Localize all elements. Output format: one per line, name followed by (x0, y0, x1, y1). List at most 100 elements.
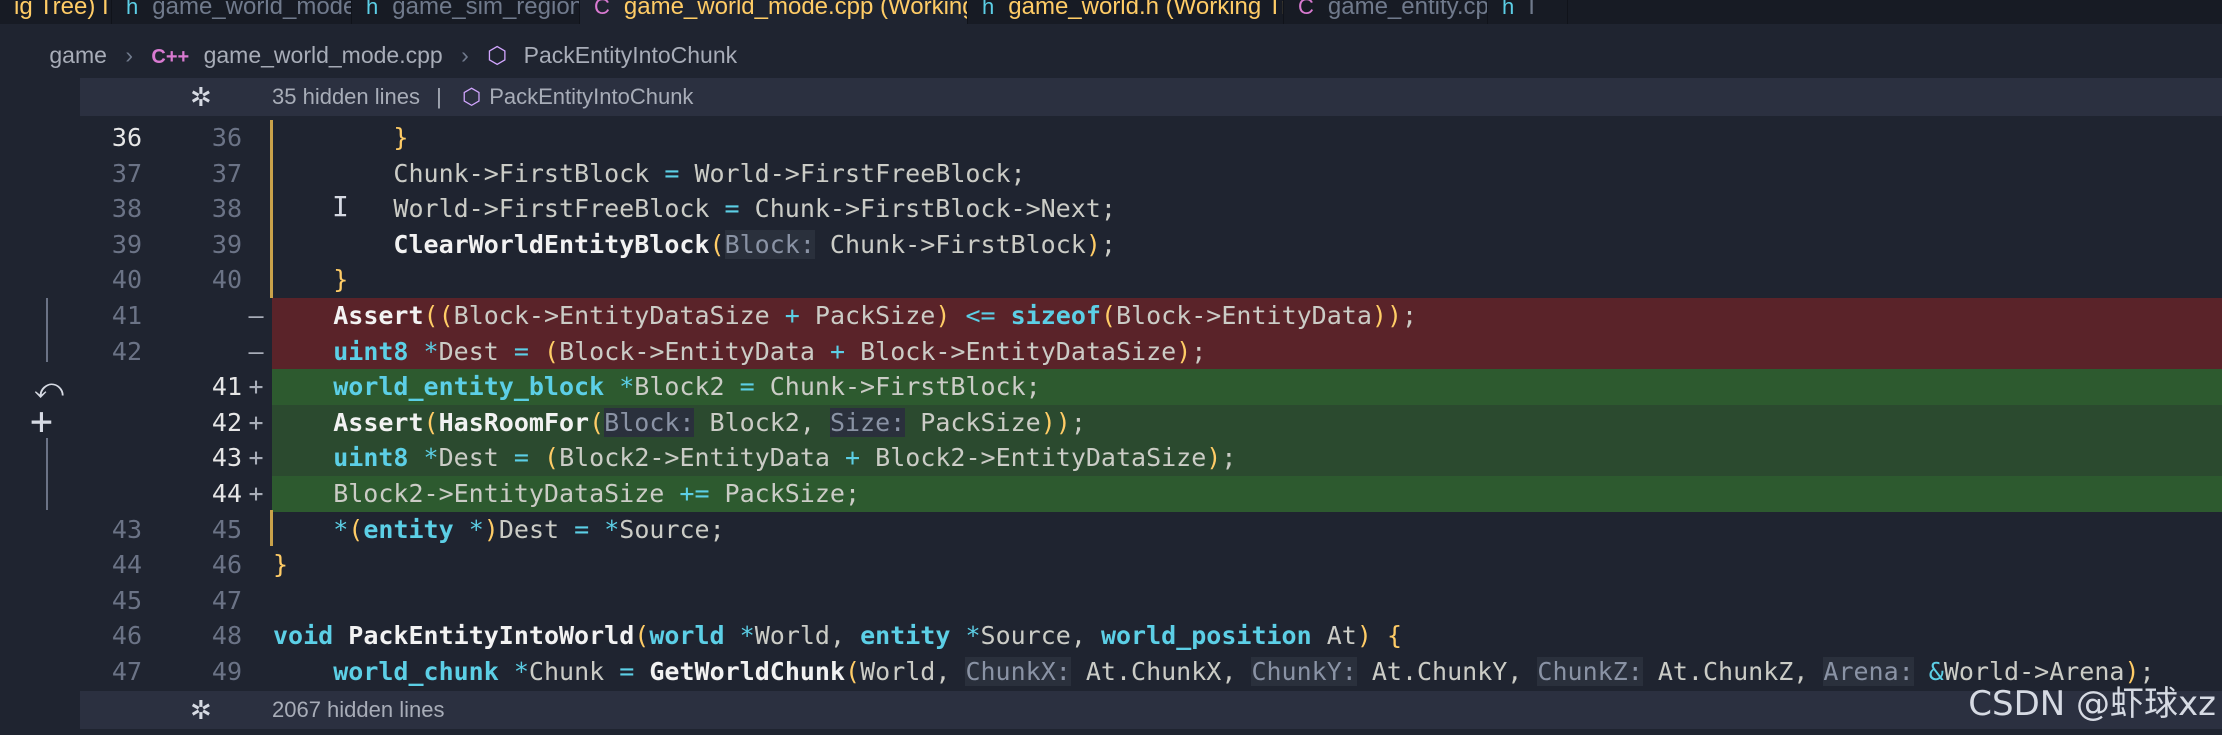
code-line[interactable]: 37 37 Chunk->FirstBlock = World->FirstFre… (0, 156, 2222, 192)
tab-working-tree-partial[interactable]: ig Tree) I✎ (0, 0, 112, 24)
old-line-number: 39 (111, 229, 142, 259)
tab-label: game_world_mode.h (152, 0, 351, 20)
code-text[interactable]: World->FirstFreeBlock = Chunk->FirstBloc… (273, 191, 1116, 227)
diff-inserted-line[interactable]: 42 + Assert(HasRoomFor(Block: Block2, Siz… (0, 404, 2222, 441)
diff-deleted-line[interactable]: 41 — Assert((Block->EntityDataSize + Pack… (0, 298, 2222, 334)
line-added-marker: + (248, 479, 264, 508)
diff-inserted-line[interactable]: 43 + uint8 *Dest = (Block2->EntityData + … (0, 440, 2222, 477)
fold-separator: | (436, 84, 442, 109)
code-text[interactable]: Assert(HasRoomFor(Block: Block2, Size: P… (273, 405, 1086, 441)
tab-label: game_world.h (Working Tree) I (1008, 0, 1283, 20)
old-line-number: 40 (111, 265, 142, 295)
hidden-lines-count: 2067 hidden lines (272, 697, 445, 722)
old-line-number: 37 (111, 158, 142, 188)
line-background (272, 262, 2222, 298)
code-text[interactable]: ClearWorldEntityBlock(Block: Chunk->Firs… (273, 227, 1116, 263)
line-added-marker: + (248, 407, 264, 437)
code-text[interactable]: Block2->EntityDataSize += PackSize; (273, 476, 860, 512)
tab-game-world-mode-cpp[interactable]: Cgame_world_mode.cpp (Working Tree) M✎ (580, 0, 968, 24)
modified-gutter-bar (270, 510, 273, 546)
old-line-number: 45 (111, 585, 142, 615)
tab-game-world-mode-h[interactable]: h game_world_mode.h (112, 0, 352, 24)
breadcrumb-folder[interactable]: game (49, 36, 107, 74)
tab-label: game_world_mode.cpp (Working Tree) M (623, 0, 968, 20)
cpp-file-icon: C++ (151, 46, 190, 68)
hidden-lines-count: 35 hidden lines (272, 84, 421, 109)
code-line[interactable]: 36 36 } (0, 120, 2222, 156)
diff-inserted-line[interactable]: 41 + world_entity_block *Block2 = Chunk->… (0, 369, 2222, 406)
fold-symbol-name: PackEntityIntoChunk (489, 84, 694, 109)
old-line-number: 46 (111, 621, 142, 651)
new-line-number: 40 (211, 265, 242, 295)
code-line[interactable]: 46 48 void PackEntityIntoWorld(world *Worl… (0, 618, 2222, 654)
new-line-number: 37 (211, 158, 242, 188)
tab-label: game_entity.cpp (1327, 0, 1488, 20)
code-line[interactable]: 44 46} (0, 547, 2222, 583)
new-line-number: 43 (211, 443, 242, 473)
diff-inserted-line[interactable]: 44 + Block2->EntityDataSize += PackSize; (0, 476, 2222, 512)
tab-game-world-h[interactable]: h game_world.h (Working Tree) I (968, 0, 1284, 24)
chevron-right-icon: › (461, 42, 469, 68)
new-line-number: 38 (211, 194, 242, 224)
old-line-number: 36 (111, 123, 142, 152)
old-line-number: 44 (111, 550, 142, 580)
new-line-number: 46 (211, 550, 242, 580)
text-cursor-icon: I (332, 190, 349, 223)
code-line[interactable]: 43 45 *(entity *)Dest = *Source; (0, 512, 2222, 548)
code-text[interactable]: world_chunk *Chunk = GetWorldChunk(World… (273, 654, 2155, 690)
breadcrumb-file[interactable]: game_world_mode.cpp (204, 36, 443, 74)
line-removed-marker: — (248, 301, 264, 330)
hidden-lines-fold-bottom[interactable]: ✲ 2067 hidden lines (80, 691, 2222, 729)
tab-label: I (1528, 0, 1535, 20)
new-line-number: 42 (211, 407, 242, 437)
code-text[interactable]: void PackEntityIntoWorld(world *World, e… (273, 618, 1402, 654)
code-line[interactable]: 47 49 world_chunk *Chunk = GetWorldChunk(… (0, 654, 2222, 690)
code-text[interactable]: } (273, 262, 348, 298)
line-background (272, 547, 2222, 583)
line-removed-marker: — (248, 336, 264, 366)
tab-label: ig Tree) I (14, 0, 109, 20)
code-text[interactable]: Chunk->FirstBlock = World->FirstFreeBloc… (273, 156, 1025, 192)
code-text[interactable]: uint8 *Dest = (Block2->EntityData + Bloc… (273, 440, 1236, 476)
hidden-lines-fold-top[interactable]: ✲ 35 hidden lines | ⬡ PackEntityIntoChunk (80, 78, 2222, 116)
code-line[interactable]: 45 47 (0, 583, 2222, 619)
breadcrumb-symbol[interactable]: PackEntityIntoChunk (524, 36, 738, 74)
code-text[interactable]: } (273, 547, 288, 583)
new-line-number: 47 (211, 585, 242, 615)
diff-deleted-line[interactable]: 42 — uint8 *Dest = (Block->EntityData + B… (0, 333, 2222, 370)
code-text[interactable]: *(entity *)Dest = *Source; (273, 512, 724, 548)
tab-label: game_sim_region.h (392, 0, 579, 20)
breadcrumb: game › C++ game_world_mode.cpp › ⬡ PackE… (0, 36, 2222, 74)
watermark: CSDN @虾球xz (1968, 684, 2216, 724)
old-line-number: 47 (111, 657, 142, 686)
symbol-method-icon: ⬡ (487, 42, 508, 68)
header-file-icon: h (366, 0, 379, 19)
tab-game-entity-cpp[interactable]: Cgame_entity.cpp (1284, 0, 1488, 24)
cpp-file-icon: C (1298, 0, 1314, 19)
tab-overflow[interactable]: hI (1488, 0, 1568, 24)
old-line-number: 38 (111, 194, 142, 224)
unfold-icon[interactable]: ✲ (190, 78, 212, 116)
code-text[interactable]: } (273, 120, 408, 156)
code-text[interactable]: world_entity_block *Block2 = Chunk->Firs… (273, 369, 1040, 405)
unfold-icon[interactable]: ✲ (190, 691, 212, 729)
old-line-number: 41 (111, 301, 142, 330)
modified-gutter-bar (270, 120, 273, 298)
fold-info: 35 hidden lines | ⬡ PackEntityIntoChunk (272, 78, 693, 116)
code-text[interactable]: uint8 *Dest = (Block->EntityData + Block… (273, 334, 1206, 370)
code-text[interactable]: Assert((Block->EntityDataSize + PackSize… (273, 298, 1417, 334)
header-file-icon: h (1502, 0, 1515, 19)
new-line-number: 45 (211, 514, 242, 544)
code-line[interactable]: 40 40 } (0, 262, 2222, 298)
tab-game-sim-region-h[interactable]: hgame_sim_region.h✎ (352, 0, 580, 24)
line-background (272, 120, 2222, 156)
line-background (272, 583, 2222, 619)
code-line[interactable]: 39 39 ClearWorldEntityBlock(Block: Chunk-… (0, 227, 2222, 263)
old-line-number: 42 (111, 336, 142, 366)
editor-tab-bar: ig Tree) I✎ h game_world_mode.h h game_sim… (0, 0, 2222, 24)
cpp-file-icon: C (594, 0, 610, 19)
new-line-number: 39 (211, 229, 242, 259)
line-added-marker: + (248, 443, 264, 473)
chevron-right-icon: › (125, 42, 133, 68)
old-line-number: 43 (111, 514, 142, 544)
